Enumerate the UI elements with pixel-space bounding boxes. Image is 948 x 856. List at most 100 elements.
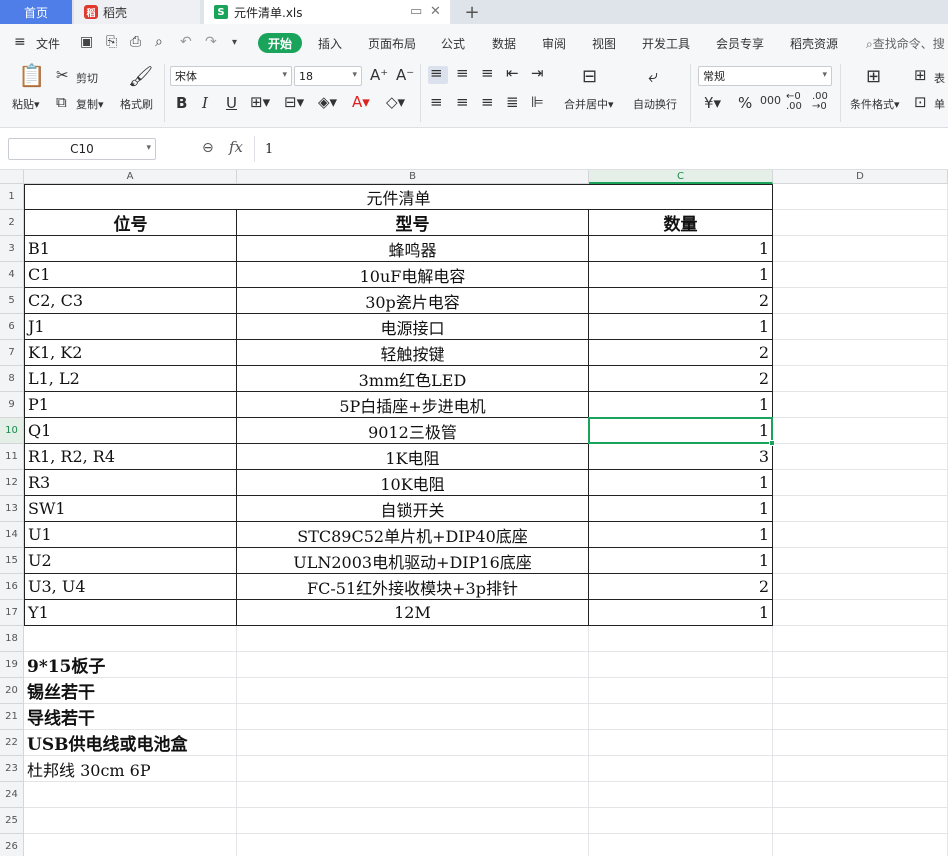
cell[interactable]	[24, 808, 237, 834]
close-tab-icon[interactable]: ✕	[430, 4, 441, 19]
new-tab-button[interactable]: +	[458, 0, 486, 24]
row-header-22[interactable]: 22	[0, 730, 24, 756]
cell[interactable]	[237, 730, 589, 756]
window-restore-icon[interactable]: ▭	[410, 4, 422, 19]
increase-decimal-icon[interactable]: ←0.00	[786, 92, 802, 112]
row-header-19[interactable]: 19	[0, 652, 24, 678]
designator-cell[interactable]: U3, U4	[24, 574, 237, 600]
quantity-cell[interactable]: 1	[589, 262, 773, 288]
number-format-combo[interactable]: 常规 ▾	[698, 66, 832, 86]
row-header-25[interactable]: 25	[0, 808, 24, 834]
align-bottom-icon[interactable]: ≡	[481, 64, 494, 82]
zoom-lookup-icon[interactable]: ⊖	[202, 140, 214, 156]
designator-cell[interactable]: SW1	[24, 496, 237, 522]
quantity-cell[interactable]: 3	[589, 444, 773, 470]
italic-icon[interactable]: I	[202, 94, 208, 112]
menu-home[interactable]: 开始	[258, 33, 302, 53]
part-model-cell[interactable]: 1K电阻	[237, 444, 589, 470]
menu-member[interactable]: 会员专享	[716, 35, 764, 52]
part-model-cell[interactable]: FC-51红外接收模块+3p排针	[237, 574, 589, 600]
part-model-cell[interactable]: 5P白插座+步进电机	[237, 392, 589, 418]
header-cell[interactable]: 位号	[24, 210, 237, 236]
align-left-icon[interactable]: ≡	[430, 93, 443, 111]
cell[interactable]	[589, 704, 773, 730]
column-header-c[interactable]: C	[589, 170, 773, 184]
cell[interactable]	[589, 678, 773, 704]
designator-cell[interactable]: R3	[24, 470, 237, 496]
designator-cell[interactable]: R1, R2, R4	[24, 444, 237, 470]
cell[interactable]	[773, 522, 948, 548]
menu-developer[interactable]: 开发工具	[642, 35, 690, 52]
part-model-cell[interactable]: 12M	[237, 600, 589, 626]
align-top-icon[interactable]: ≡	[430, 64, 443, 82]
row-header-12[interactable]: 12	[0, 470, 24, 496]
cell[interactable]	[773, 288, 948, 314]
quantity-cell[interactable]: 1	[589, 470, 773, 496]
part-model-cell[interactable]: ULN2003电机驱动+DIP16底座	[237, 548, 589, 574]
row-header-23[interactable]: 23	[0, 756, 24, 782]
row-header-5[interactable]: 5	[0, 288, 24, 314]
part-model-cell[interactable]: 自锁开关	[237, 496, 589, 522]
currency-icon[interactable]: ¥▾	[704, 94, 721, 112]
quantity-cell[interactable]: 1	[589, 496, 773, 522]
wrap-text-button[interactable]: 自动换行	[633, 96, 677, 112]
cell[interactable]	[773, 262, 948, 288]
cell-style-button[interactable]: 单	[934, 96, 945, 112]
cell[interactable]	[773, 184, 948, 210]
cell[interactable]	[589, 808, 773, 834]
conditional-format-icon[interactable]: ⊞	[866, 66, 881, 87]
cell[interactable]	[773, 418, 948, 444]
part-model-cell[interactable]: 10K电阻	[237, 470, 589, 496]
table-style-button[interactable]: 表	[934, 70, 945, 86]
row-header-11[interactable]: 11	[0, 444, 24, 470]
row-header-21[interactable]: 21	[0, 704, 24, 730]
conditional-format-button[interactable]: 条件格式▾	[850, 96, 900, 112]
increase-indent-icon[interactable]: ⇥	[531, 64, 544, 82]
cell[interactable]	[773, 756, 948, 782]
cut-button[interactable]: 剪切	[76, 70, 98, 86]
copy-button[interactable]: 复制▾	[76, 96, 104, 112]
cell[interactable]	[773, 470, 948, 496]
thousands-icon[interactable]: 000	[760, 94, 781, 107]
align-middle-icon[interactable]: ≡	[456, 64, 469, 82]
row-header-3[interactable]: 3	[0, 236, 24, 262]
designator-cell[interactable]: P1	[24, 392, 237, 418]
quantity-cell[interactable]: 2	[589, 574, 773, 600]
cell[interactable]	[237, 652, 589, 678]
bold-icon[interactable]: B	[176, 94, 187, 112]
menu-insert[interactable]: 插入	[318, 35, 342, 52]
row-header-8[interactable]: 8	[0, 366, 24, 392]
cell-fill-pattern-icon[interactable]: ⊟▾	[284, 93, 304, 111]
header-cell[interactable]: 数量	[589, 210, 773, 236]
part-model-cell[interactable]: 10uF电解电容	[237, 262, 589, 288]
menu-file[interactable]: 文件	[36, 35, 60, 52]
format-painter-button[interactable]: 格式刷	[120, 96, 153, 112]
cell[interactable]	[773, 808, 948, 834]
fill-color-icon[interactable]: ◈▾	[318, 93, 337, 111]
clear-format-icon[interactable]: ◇▾	[386, 93, 405, 111]
cell[interactable]	[773, 314, 948, 340]
cell[interactable]	[773, 548, 948, 574]
paste-button[interactable]: 粘贴▾	[12, 96, 40, 112]
note-cell[interactable]: USB供电线或电池盒	[24, 730, 237, 756]
cell[interactable]	[773, 652, 948, 678]
part-model-cell[interactable]: 3mm红色LED	[237, 366, 589, 392]
row-header-6[interactable]: 6	[0, 314, 24, 340]
font-size-combo[interactable]: 18 ▾	[294, 66, 362, 86]
quantity-cell[interactable]: 1	[589, 236, 773, 262]
cell[interactable]	[773, 600, 948, 626]
cell[interactable]	[773, 340, 948, 366]
decrease-indent-icon[interactable]: ⇤	[506, 64, 519, 82]
cell[interactable]	[589, 756, 773, 782]
print-icon[interactable]: ⎙	[130, 34, 141, 50]
designator-cell[interactable]: L1, L2	[24, 366, 237, 392]
cell[interactable]	[237, 678, 589, 704]
paste-icon[interactable]: 📋	[18, 64, 45, 89]
cell-style-icon[interactable]: ⊡	[914, 93, 927, 111]
row-header-15[interactable]: 15	[0, 548, 24, 574]
note-cell[interactable]: 导线若干	[24, 704, 237, 730]
undo-icon[interactable]: ↶	[180, 34, 192, 50]
part-model-cell[interactable]: 轻触按键	[237, 340, 589, 366]
quantity-cell[interactable]: 1	[589, 600, 773, 626]
row-header-18[interactable]: 18	[0, 626, 24, 652]
